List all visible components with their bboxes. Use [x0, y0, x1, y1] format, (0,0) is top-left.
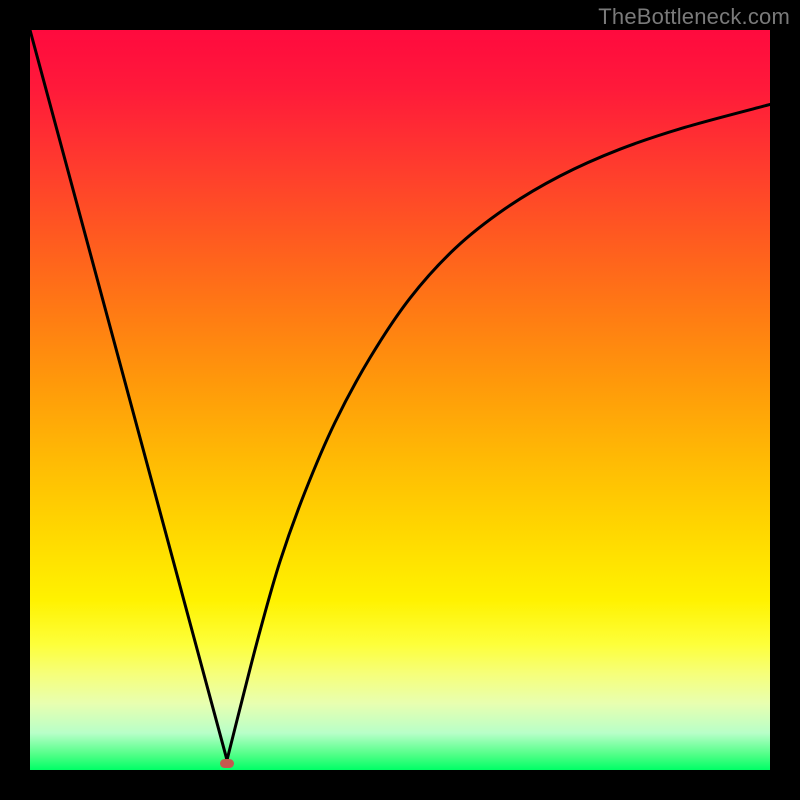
- bottleneck-curve: [30, 30, 770, 770]
- plot-area: [30, 30, 770, 770]
- watermark-text: TheBottleneck.com: [598, 4, 790, 30]
- curve-left-branch: [30, 30, 227, 760]
- chart-frame: TheBottleneck.com: [0, 0, 800, 800]
- curve-right-branch: [227, 104, 770, 760]
- minimum-marker: [220, 759, 234, 768]
